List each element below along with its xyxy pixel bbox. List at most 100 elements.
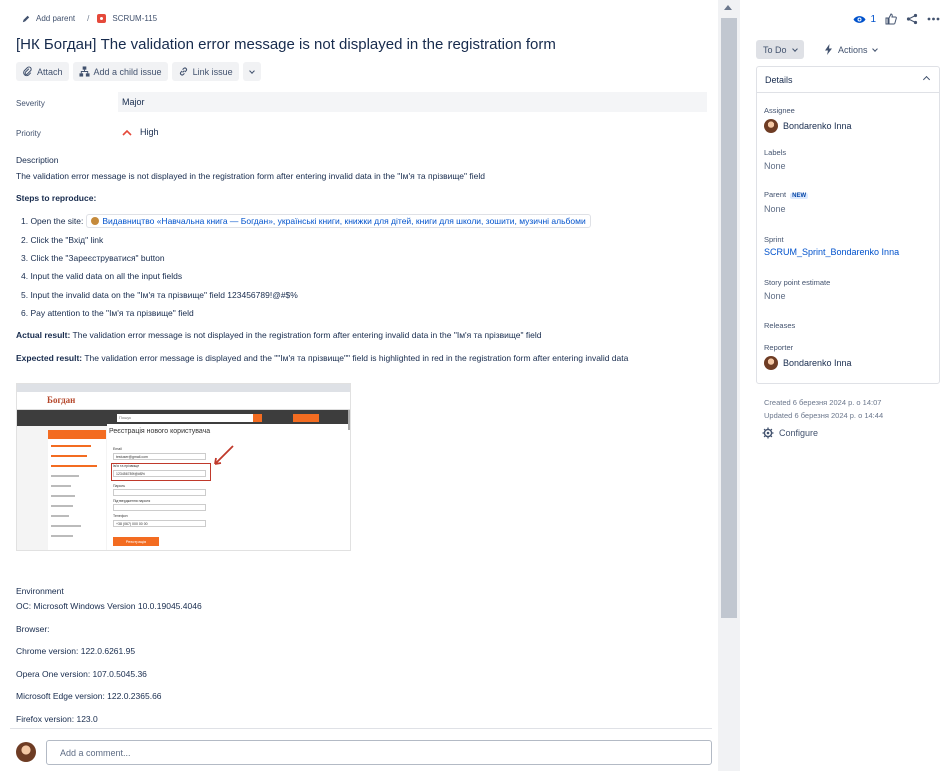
status-label: To Do (763, 44, 787, 55)
comment-divider (10, 728, 712, 729)
status-dropdown[interactable]: To Do (756, 40, 804, 59)
issue-title[interactable]: [НК Богдан] The validation error message… (16, 36, 556, 53)
reporter-avatar (764, 356, 778, 370)
add-child-issue-button[interactable]: Add a child issue (72, 62, 168, 81)
screenshot-content: Реєстрація нового користувача Email test… (107, 424, 350, 550)
environment-os: ОС: Microsoft Windows Version 10.0.19045… (16, 601, 202, 611)
link-issue-button[interactable]: Link issue (171, 62, 239, 81)
paperclip-icon (23, 66, 32, 77)
thumbs-up-icon[interactable] (885, 13, 897, 25)
releases-label: Releases (764, 321, 796, 330)
updated-timestamp: Updated 6 березня 2024 р. о 14:44 (764, 411, 884, 420)
add-child-label: Add a child issue (93, 66, 162, 77)
screenshot-email-label: Email (113, 447, 122, 451)
step-5: 5. Input the invalid data on the "Ім'я т… (21, 290, 298, 300)
priority-high-icon (122, 129, 132, 136)
severity-field[interactable]: Major (118, 92, 707, 112)
screenshot-password-label: Пароль (113, 484, 126, 488)
expected-result-label: Expected result: (16, 353, 83, 363)
details-header[interactable]: Details (757, 67, 939, 93)
chevron-down-icon (871, 45, 878, 52)
actual-result: Actual result: The validation error mess… (16, 330, 542, 340)
step-1: 1. Open the site: Видавництво «Навчальна… (21, 214, 591, 229)
priority-label: Priority (16, 129, 41, 138)
lightning-icon (825, 44, 832, 55)
configure-label: Configure (779, 428, 819, 438)
current-user-avatar (16, 742, 36, 762)
created-timestamp: Created 6 березня 2024 р. о 14:07 (764, 398, 882, 407)
comment-input[interactable]: Add a comment... (46, 740, 712, 765)
attached-screenshot[interactable]: Богдан Пошук Реєстрація нового користува… (16, 383, 351, 551)
step-2: 2. Click the "Вхід" link (21, 235, 104, 245)
screenshot-sidebar (48, 439, 106, 550)
screenshot-page-heading: Реєстрація нового користувача (109, 428, 211, 435)
pencil-icon (22, 15, 30, 22)
chevron-down-icon (248, 67, 255, 74)
screenshot-password-input (113, 489, 206, 496)
assignee-name: Bondarenko Inna (783, 121, 852, 131)
screenshot-password-confirm-input (113, 504, 206, 511)
story-point-field[interactable]: None (764, 291, 786, 301)
attach-label: Attach (37, 66, 63, 77)
attach-button[interactable]: Attach (16, 62, 69, 81)
reporter-field[interactable]: Bondarenko Inna (764, 356, 852, 370)
issue-main-panel: Add parent / SCRUM-115 [НК Богдан] The v… (0, 0, 718, 771)
priority-value: High (140, 127, 159, 137)
main-scrollbar[interactable] (718, 0, 740, 771)
labels-field[interactable]: None (764, 161, 786, 171)
scrollbar-thumb[interactable] (721, 18, 737, 618)
bug-icon (97, 14, 107, 23)
actions-dropdown[interactable]: Actions (820, 40, 881, 59)
scroll-up-arrow-icon[interactable] (724, 5, 732, 10)
eye-icon (853, 15, 866, 23)
environment-heading: Environment (16, 586, 64, 596)
assignee-field[interactable]: Bondarenko Inna (764, 119, 852, 133)
site-link-chip[interactable]: Видавництво «Навчальна книга — Богдан», … (86, 214, 591, 229)
more-icon[interactable] (927, 17, 940, 21)
expected-result: Expected result: The validation error me… (16, 353, 628, 363)
description-summary: The validation error message is not disp… (16, 171, 485, 181)
screenshot-phone-input: +38 (067) 000 00 00 (113, 520, 206, 527)
new-badge: NEW (790, 193, 809, 199)
screenshot-submit-button: Реєстрація (113, 537, 159, 546)
environment-firefox: Firefox version: 123.0 (16, 714, 98, 724)
screenshot-password-confirm-label: Підтвердження пароля (113, 499, 151, 503)
screenshot-search-box: Пошук (117, 414, 253, 422)
environment-chrome: Chrome version: 122.0.6261.95 (16, 646, 136, 656)
watch-count: 1 (870, 13, 876, 25)
expected-result-text: The validation error message is displaye… (82, 353, 629, 363)
step-3: 3. Click the "Зареєструватися" button (21, 253, 165, 263)
sprint-link[interactable]: SCRUM_Sprint_Bondarenko Inna (764, 247, 899, 257)
watch-button[interactable]: 1 (853, 14, 876, 25)
add-parent-link[interactable]: Add parent (36, 14, 75, 23)
assignee-avatar (764, 119, 778, 133)
actual-result-label: Actual result: (16, 330, 71, 340)
priority-field[interactable]: High (118, 122, 159, 142)
description-heading: Description (16, 155, 59, 165)
steps-heading: Steps to reproduce: (16, 193, 97, 203)
breadcrumb-separator: / (87, 14, 90, 23)
more-options-button[interactable] (242, 62, 261, 81)
parent-label-text: Parent (764, 190, 787, 199)
parent-field[interactable]: None (764, 204, 786, 214)
share-icon[interactable] (906, 13, 918, 25)
severity-label: Severity (16, 99, 45, 108)
screenshot-scrollbar (348, 410, 350, 430)
site-favicon-icon (91, 217, 100, 226)
chevron-down-icon (791, 45, 798, 52)
issue-actions-bar: 1 (853, 13, 940, 25)
screenshot-arrow-icon (214, 445, 234, 465)
chevron-up-icon (922, 75, 931, 84)
screenshot-logo: Богдан (47, 395, 76, 405)
actions-label: Actions (838, 44, 868, 55)
screenshot-sidebar-active (48, 430, 106, 439)
issue-side-panel: 1 To Do Actions Details Assignee Bondare… (742, 0, 950, 771)
reporter-name: Bondarenko Inna (783, 358, 852, 368)
configure-button[interactable]: Configure (762, 427, 818, 439)
environment-edge: Microsoft Edge version: 122.0.2365.66 (16, 691, 162, 701)
actual-result-text: The validation error message is not disp… (70, 330, 542, 340)
issue-key-link[interactable]: SCRUM-115 (112, 14, 157, 23)
details-heading: Details (765, 74, 793, 85)
screenshot-name-input: 123456789!@#$% (113, 470, 206, 477)
environment-browser-label: Browser: (16, 624, 50, 634)
